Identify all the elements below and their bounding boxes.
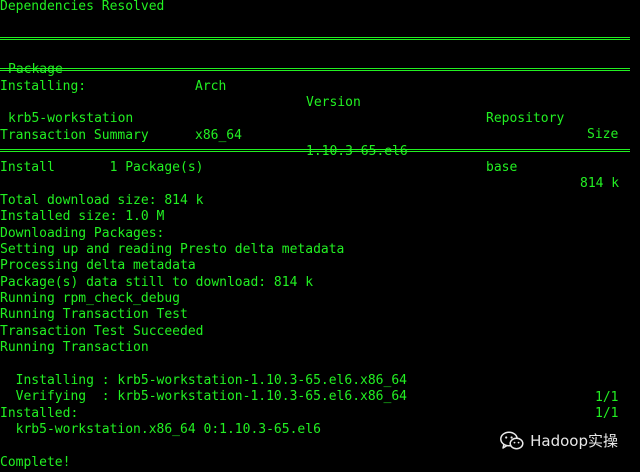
watermark: Hadoop实操 <box>500 429 618 453</box>
table-header: Package Arch Version Repository Size <box>0 46 640 142</box>
column-header-arch: Arch <box>195 78 227 94</box>
install-summary: Install 1 Package(s) <box>0 160 204 175</box>
output-line: Total download size: 814 k <box>0 193 204 208</box>
cell-package: krb5-workstation <box>8 111 134 127</box>
divider <box>0 149 630 152</box>
output-line: Processing delta metadata <box>0 258 196 273</box>
progress-line: Verifying : krb5-workstation-1.10.3-65.e… <box>0 373 640 420</box>
cell-version: 1.10.3-65.el6 <box>306 143 408 159</box>
cell-size: 814 k <box>580 176 620 192</box>
table-row: krb5-workstation x86_64 1.10.3-65.el6 ba… <box>0 95 640 191</box>
installed-item: krb5-workstation.x86_64 0:1.10.3-65.el6 <box>0 422 321 437</box>
terminal-window[interactable]: Dependencies Resolved Package Arch Versi… <box>0 0 640 472</box>
column-header-size: Size <box>587 127 619 143</box>
summary-title: Transaction Summary <box>0 128 149 143</box>
section-label: Installing: <box>0 79 87 94</box>
progress-line: Installing : krb5-workstation-1.10.3-65.… <box>0 357 640 404</box>
divider <box>0 68 630 71</box>
cell-repository: base <box>486 160 518 176</box>
output-line: Running rpm_check_debug <box>0 291 181 306</box>
output-line: Running Transaction Test <box>0 307 188 322</box>
output-line: Transaction Test Succeeded <box>0 324 204 339</box>
progress-text: Verifying : krb5-workstation-1.10.3-65.e… <box>0 389 407 405</box>
progress-count: 1/1 <box>595 389 619 405</box>
output-line: Package(s) data still to download: 814 k <box>0 275 314 290</box>
column-header-repository: Repository <box>486 111 565 127</box>
progress-count: 1/1 <box>595 405 619 421</box>
output-line: Downloading Packages: <box>0 226 165 241</box>
complete-message: Complete! <box>0 455 71 470</box>
installed-title: Installed: <box>0 406 79 421</box>
divider <box>0 37 630 40</box>
heading: Dependencies Resolved <box>0 0 165 14</box>
output-line: Setting up and reading Presto delta meta… <box>0 242 345 257</box>
watermark-text: Hadoop实操 <box>530 431 618 450</box>
output-line: Installed size: 1.0 M <box>0 209 165 224</box>
cell-arch: x86_64 <box>195 127 242 143</box>
wechat-icon <box>500 431 524 451</box>
output-line: Running Transaction <box>0 340 149 355</box>
